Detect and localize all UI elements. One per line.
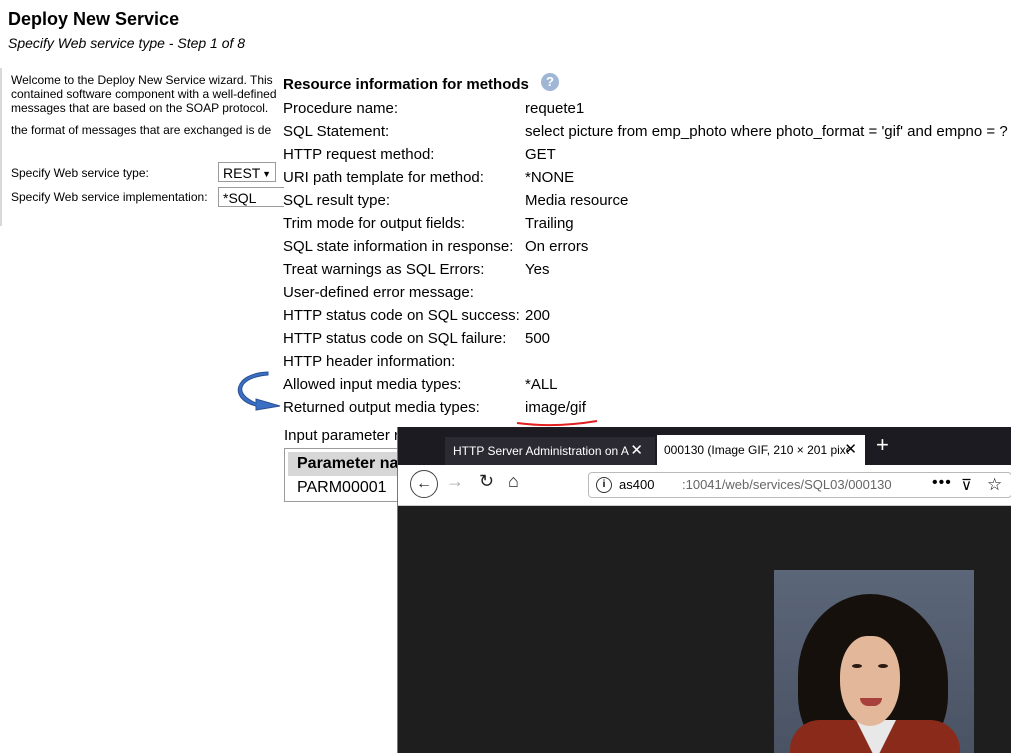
tab-image-gif[interactable]: 000130 (Image GIF, 210 × 201 pixels) ✕: [657, 435, 865, 465]
row-value-sql-statement: select picture from emp_photo where phot…: [525, 123, 1008, 140]
url-path: :10041/web/services/SQL03/000130: [682, 477, 892, 492]
input-parameter-label: Input parameter r: [284, 427, 400, 444]
employee-photo: [774, 570, 974, 753]
more-options-icon[interactable]: •••: [932, 474, 952, 492]
browser-content: [398, 506, 1011, 753]
parameter-table: Parameter na PARM00001: [284, 448, 404, 502]
browser-window: HTTP Server Administration on AS4 ✕ 0001…: [397, 427, 1011, 753]
service-type-select[interactable]: REST ▼: [218, 162, 276, 182]
tab-title: HTTP Server Administration on AS4: [453, 444, 629, 458]
row-label-procedure-name: Procedure name:: [283, 100, 399, 117]
row-label-status-success: HTTP status code on SQL success:: [283, 307, 520, 324]
tab-title: 000130 (Image GIF, 210 × 201 pixels): [664, 443, 849, 457]
close-icon[interactable]: ✕: [630, 437, 643, 465]
wizard-title: Deploy New Service: [8, 9, 180, 29]
pocket-icon[interactable]: ⊽: [961, 476, 972, 494]
service-type-label: Specify Web service type:: [11, 166, 149, 180]
help-icon[interactable]: ?: [541, 73, 559, 91]
row-label-input-media: Allowed input media types:: [283, 376, 462, 393]
intro-line: the format of messages that are exchange…: [11, 123, 272, 137]
back-button[interactable]: ←: [410, 470, 438, 498]
reload-button[interactable]: ↻: [479, 471, 494, 492]
info-icon[interactable]: i: [596, 477, 612, 493]
intro-line: messages that are based on the SOAP prot…: [11, 101, 269, 115]
row-label-uri-template: URI path template for method:: [283, 169, 484, 186]
row-value-procedure-name: requete1: [525, 100, 585, 117]
intro-line: Welcome to the Deploy New Service wizard…: [11, 73, 273, 87]
row-label-error-message: User-defined error message:: [283, 284, 474, 301]
wizard-divider: [0, 68, 2, 226]
row-value-output-media: image/gif: [525, 399, 586, 416]
row-value-status-failure: 500: [525, 330, 551, 347]
dropdown-arrow-icon: ▼: [262, 169, 271, 179]
tab-bar: HTTP Server Administration on AS4 ✕ 0001…: [398, 427, 1011, 465]
service-impl-input[interactable]: *SQL: [218, 187, 284, 207]
row-label-warnings: Treat warnings as SQL Errors:: [283, 261, 485, 278]
row-value-http-method: GET: [525, 146, 556, 163]
row-label-sql-statement: SQL Statement:: [283, 123, 390, 140]
service-impl-label: Specify Web service implementation:: [11, 190, 208, 204]
row-label-output-media: Returned output media types:: [283, 399, 480, 416]
url-bar[interactable]: i as400 :10041/web/services/SQL03/000130…: [588, 472, 1011, 498]
parameter-table-header: Parameter na: [288, 452, 403, 476]
row-value-trim-mode: Trailing: [525, 215, 574, 232]
navigation-bar: ← → ↻ ⌂ i as400 :10041/web/services/SQL0…: [398, 465, 1011, 506]
new-tab-icon[interactable]: +: [876, 433, 889, 457]
wizard-step: Specify Web service type - Step 1 of 8: [8, 35, 246, 51]
row-label-http-method: HTTP request method:: [283, 146, 435, 163]
service-type-value: REST: [223, 165, 261, 181]
row-value-status-success: 200: [525, 307, 551, 324]
row-label-sql-state: SQL state information in response:: [283, 238, 514, 255]
home-button[interactable]: ⌂: [508, 471, 519, 492]
row-label-sql-result-type: SQL result type:: [283, 192, 390, 209]
bookmark-star-icon[interactable]: ☆: [987, 475, 1002, 495]
tab-http-server-admin[interactable]: HTTP Server Administration on AS4 ✕: [445, 437, 655, 465]
parameter-table-cell: PARM00001: [297, 479, 387, 496]
row-label-header-info: HTTP header information:: [283, 353, 456, 370]
row-value-uri-template: *NONE: [525, 169, 575, 186]
row-value-sql-state: On errors: [525, 238, 589, 255]
row-value-warnings: Yes: [525, 261, 550, 278]
row-label-trim-mode: Trim mode for output fields:: [283, 215, 466, 232]
resource-title: Resource information for methods: [283, 76, 529, 93]
row-value-input-media: *ALL: [525, 376, 558, 393]
intro-line: contained software component with a well…: [11, 87, 277, 101]
close-icon[interactable]: ✕: [844, 435, 857, 465]
curved-arrow-icon: [237, 371, 281, 411]
forward-button[interactable]: →: [446, 471, 464, 492]
url-host: as400: [619, 477, 655, 492]
row-label-status-failure: HTTP status code on SQL failure:: [283, 330, 507, 347]
row-value-sql-result-type: Media resource: [525, 192, 629, 209]
